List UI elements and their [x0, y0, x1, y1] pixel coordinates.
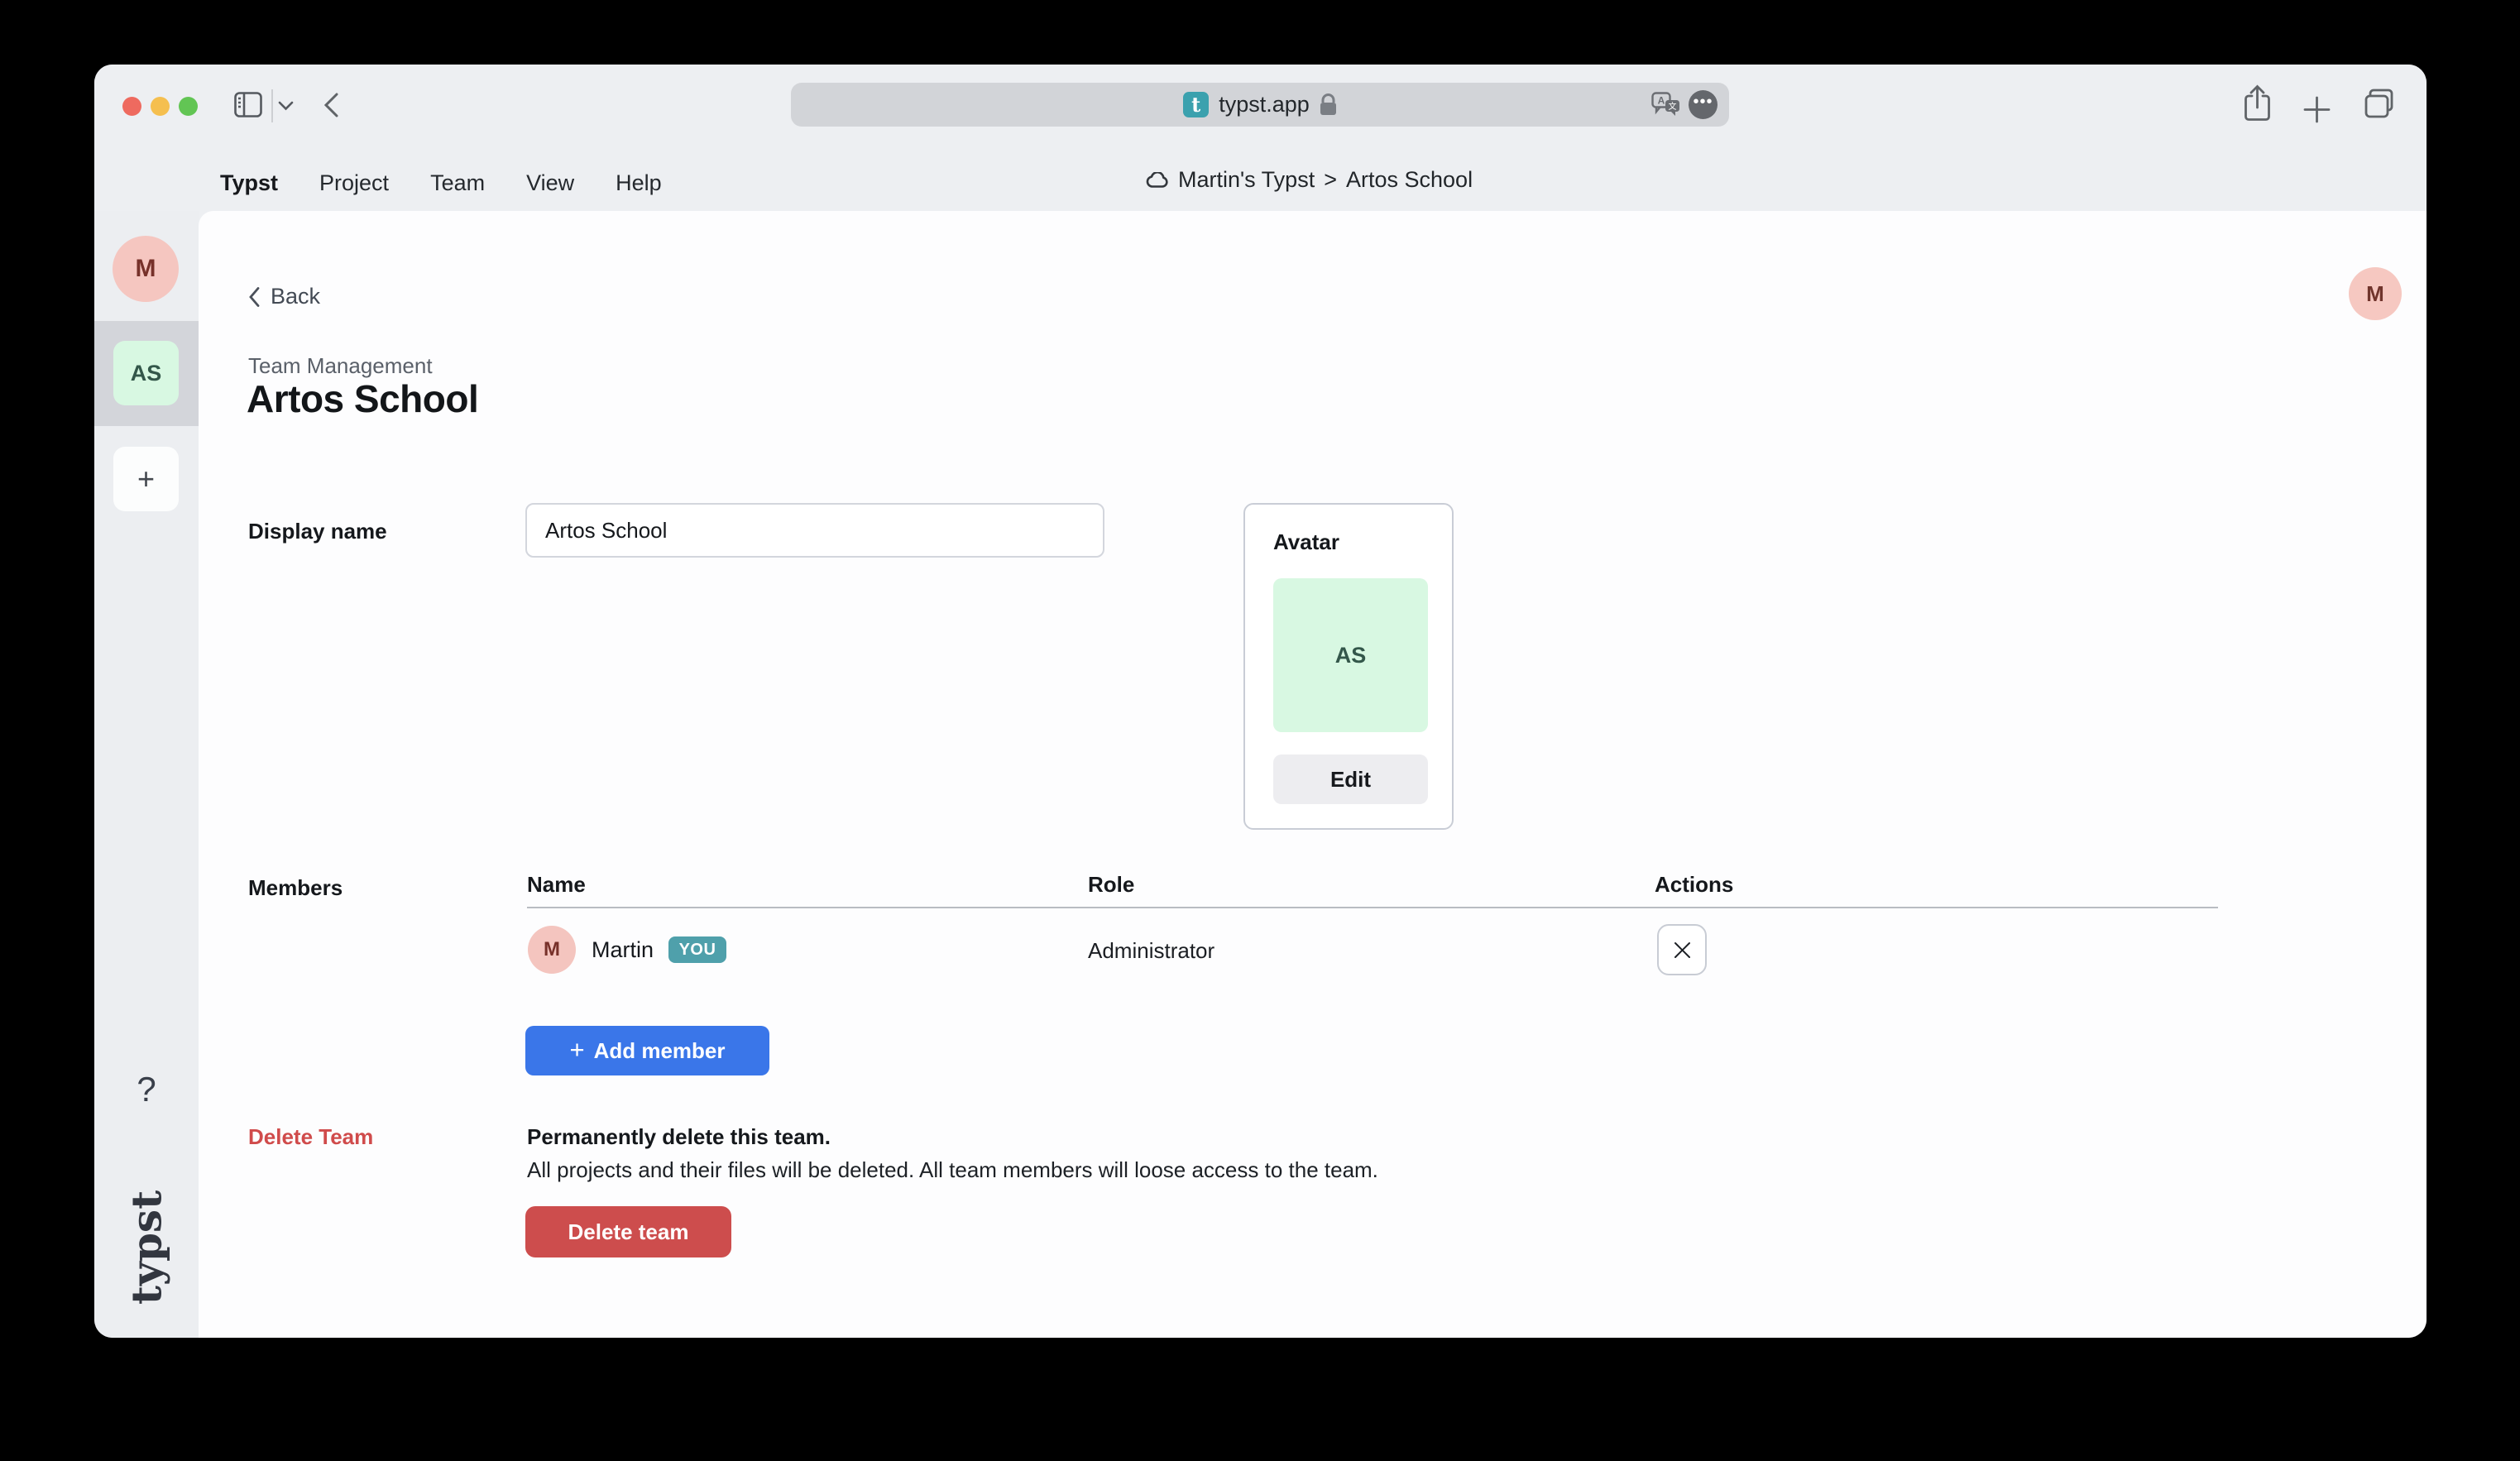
team-avatar-preview: AS [1273, 578, 1428, 732]
menu-project[interactable]: Project [319, 170, 389, 196]
plus-icon: + [137, 462, 155, 496]
new-tab-icon[interactable] [2303, 96, 2331, 123]
breadcrumb-separator: > [1324, 167, 1337, 193]
back-label: Back [271, 284, 320, 309]
menu-help[interactable]: Help [616, 170, 662, 196]
member-role: Administrator [1088, 938, 1214, 964]
browser-window: t typst.app A 文 ••• [94, 65, 2427, 1338]
page-title: Artos School [247, 376, 478, 421]
column-header-role: Role [1088, 872, 1134, 898]
tab-overview-icon[interactable] [2364, 89, 2396, 118]
delete-warning-body: All projects and their files will be del… [527, 1157, 1378, 1183]
svg-text:文: 文 [1669, 101, 1677, 112]
section-label: Team Management [248, 353, 433, 379]
svg-text:A: A [1658, 94, 1665, 106]
account-avatar[interactable]: M [2349, 267, 2402, 320]
close-icon [1673, 941, 1692, 960]
address-bar[interactable]: t typst.app A 文 ••• [791, 83, 1729, 127]
translate-icon[interactable]: A 文 [1651, 92, 1681, 118]
sidebar-item-team-artos-school[interactable]: AS [113, 341, 179, 405]
member-name: Martin [592, 937, 654, 963]
breadcrumb-current: Artos School [1346, 167, 1473, 193]
share-icon[interactable] [2244, 84, 2271, 122]
edit-avatar-button[interactable]: Edit [1273, 754, 1428, 804]
column-header-actions: Actions [1655, 872, 1733, 898]
back-button[interactable]: Back [248, 284, 320, 309]
cloud-icon [1146, 172, 1169, 189]
delete-team-button[interactable]: Delete team [525, 1206, 731, 1257]
avatar-card-label: Avatar [1273, 529, 1339, 555]
you-badge: YOU [668, 936, 726, 963]
chevron-down-icon[interactable] [278, 101, 294, 111]
avatar-card: Avatar AS Edit [1243, 503, 1454, 830]
breadcrumb-workspace[interactable]: Martin's Typst [1178, 167, 1315, 193]
delete-team-section-label: Delete Team [248, 1124, 373, 1150]
add-member-label: Add member [594, 1038, 726, 1064]
menu-view[interactable]: View [526, 170, 574, 196]
menu-team[interactable]: Team [430, 170, 485, 196]
display-name-input[interactable] [525, 503, 1104, 558]
chevron-left-icon [248, 286, 261, 308]
close-window-button[interactable] [122, 97, 141, 116]
sidebar-user-avatar[interactable]: M [113, 236, 179, 302]
plus-icon: + [569, 1035, 584, 1065]
typst-logo: typst [122, 1190, 171, 1305]
help-icon[interactable]: ? [94, 1070, 199, 1109]
table-header-divider [527, 907, 2218, 908]
add-member-button[interactable]: + Add member [525, 1026, 769, 1075]
site-favicon: t [1183, 92, 1209, 117]
sidebar-toggle-icon[interactable] [234, 92, 262, 117]
delete-warning-title: Permanently delete this team. [527, 1124, 831, 1150]
minimize-window-button[interactable] [151, 97, 170, 116]
members-label: Members [248, 875, 343, 901]
lock-icon [1320, 93, 1337, 116]
team-management-page: Back M Team Management Artos School Disp… [199, 211, 2427, 1338]
column-header-name: Name [527, 872, 586, 898]
url-text: typst.app [1219, 92, 1310, 117]
zoom-window-button[interactable] [179, 97, 198, 116]
page-more-icon[interactable]: ••• [1689, 90, 1718, 119]
workspace-sidebar: M AS + ? typst [94, 211, 199, 1338]
toolbar-divider [271, 89, 273, 122]
browser-back-icon[interactable] [323, 92, 340, 118]
remove-member-button[interactable] [1657, 924, 1707, 975]
app-menubar: Typst Project Team View Help [220, 170, 662, 196]
browser-chrome: t typst.app A 文 ••• [94, 65, 2427, 211]
breadcrumb: Martin's Typst > Artos School [1146, 167, 1473, 193]
add-team-button[interactable]: + [113, 447, 179, 511]
display-name-label: Display name [248, 519, 387, 544]
menu-typst[interactable]: Typst [220, 170, 278, 196]
member-avatar: M [528, 926, 576, 974]
